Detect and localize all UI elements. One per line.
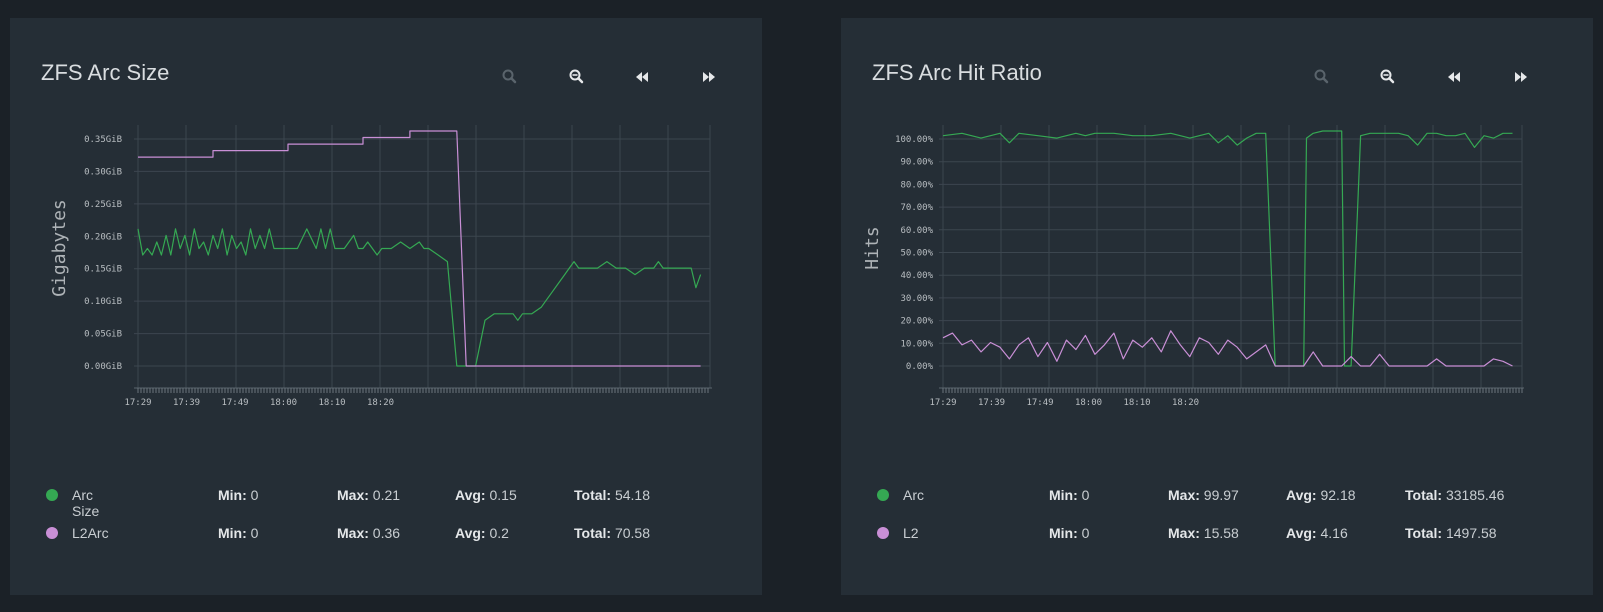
x-tick-label: 17:39	[173, 398, 200, 408]
legend-series-name: Arc	[903, 487, 924, 503]
legend-total: Total: 1497.58	[1405, 525, 1497, 541]
series-line	[138, 130, 701, 367]
legend-min: Min: 0	[1049, 525, 1090, 541]
legend-min: Min: 0	[218, 525, 259, 541]
y-axis-title: Hits	[862, 226, 883, 269]
series-line	[137, 228, 702, 367]
y-tick-label: 70.00%	[900, 203, 933, 213]
y-tick-label: 0.05GiB	[84, 330, 122, 340]
y-tick-label: 40.00%	[900, 271, 933, 281]
series-color-dot	[46, 527, 58, 539]
series-color-dot	[877, 527, 889, 539]
x-tick-label: 18:00	[1075, 398, 1102, 408]
arc-hit-ratio-chart: 100.00% 90.00% 80.00% 70.00% 60.00% 50.00% 40.…	[862, 125, 1524, 408]
series-line	[942, 330, 1513, 367]
y-tick-label: 60.00%	[900, 226, 933, 236]
y-tick-label: 0.15GiB	[84, 265, 122, 275]
legend-total: Total: 70.58	[574, 525, 651, 541]
y-axis-title: Gigabytes	[49, 199, 70, 297]
legend-avg: Avg: 92.18	[1286, 487, 1356, 503]
y-tick-label: 80.00%	[900, 180, 933, 190]
legend-max: Max: 0.36	[337, 525, 401, 541]
legend-max: Max: 99.97	[1168, 487, 1239, 503]
legend-avg: Avg: 0.2	[455, 525, 509, 541]
y-tick-label: 90.00%	[900, 158, 933, 168]
y-tick-label: 0.00%	[906, 362, 934, 372]
legend-max: Max: 0.21	[337, 487, 401, 503]
legend-total: Total: 54.18	[574, 487, 651, 503]
x-tick-label: 18:10	[318, 398, 345, 408]
y-tick-label: 30.00%	[900, 294, 933, 304]
x-tick-label: 18:20	[1172, 398, 1199, 408]
y-tick-label: 0.30GiB	[84, 167, 122, 177]
arc-hit-ratio-panel: ZFS Arc Hit Ratio 100.00% 90.00% 80.00% 70.…	[841, 18, 1593, 595]
x-tick-label: 18:00	[270, 398, 297, 408]
x-tick-label: 18:20	[367, 398, 394, 408]
x-tick-label: 17:49	[221, 398, 248, 408]
legend-total: Total: 33185.46	[1405, 487, 1505, 503]
legend-series-name: L2Arc	[72, 525, 109, 541]
legend-max: Max: 15.58	[1168, 525, 1239, 541]
legend-min: Min: 0	[218, 487, 259, 503]
y-tick-label: 0.20GiB	[84, 232, 122, 242]
legend-series-name: L2	[903, 525, 919, 541]
arc-size-chart: 0.35GiB 0.30GiB 0.25GiB 0.20GiB 0.15GiB 0.10G…	[49, 125, 712, 408]
y-tick-label: 0.35GiB	[84, 135, 122, 145]
x-tick-label: 18:10	[1123, 398, 1150, 408]
legend-min: Min: 0	[1049, 487, 1090, 503]
legend-series-name: Arc Size	[72, 487, 100, 519]
series-color-dot	[877, 489, 889, 501]
y-tick-label: 100.00%	[895, 135, 934, 145]
legend-avg: Avg: 0.15	[455, 487, 517, 503]
x-tick-label: 17:29	[124, 398, 151, 408]
x-tick-label: 17:29	[929, 398, 956, 408]
x-tick-label: 17:49	[1026, 398, 1053, 408]
series-color-dot	[46, 489, 58, 501]
series-line	[942, 130, 1513, 367]
y-tick-label: 10.00%	[900, 339, 933, 349]
x-tick-label: 17:39	[978, 398, 1005, 408]
y-tick-label: 50.00%	[900, 249, 933, 259]
legend-avg: Avg: 4.16	[1286, 525, 1348, 541]
y-tick-label: 20.00%	[900, 317, 933, 327]
y-tick-label: 0.25GiB	[84, 200, 122, 210]
y-tick-label: 0.00GiB	[84, 362, 122, 372]
arc-size-panel: ZFS Arc Size 0.35GiB 0.30GiB 0.25GiB 0.20Gi…	[10, 18, 762, 595]
y-tick-label: 0.10GiB	[84, 297, 122, 307]
